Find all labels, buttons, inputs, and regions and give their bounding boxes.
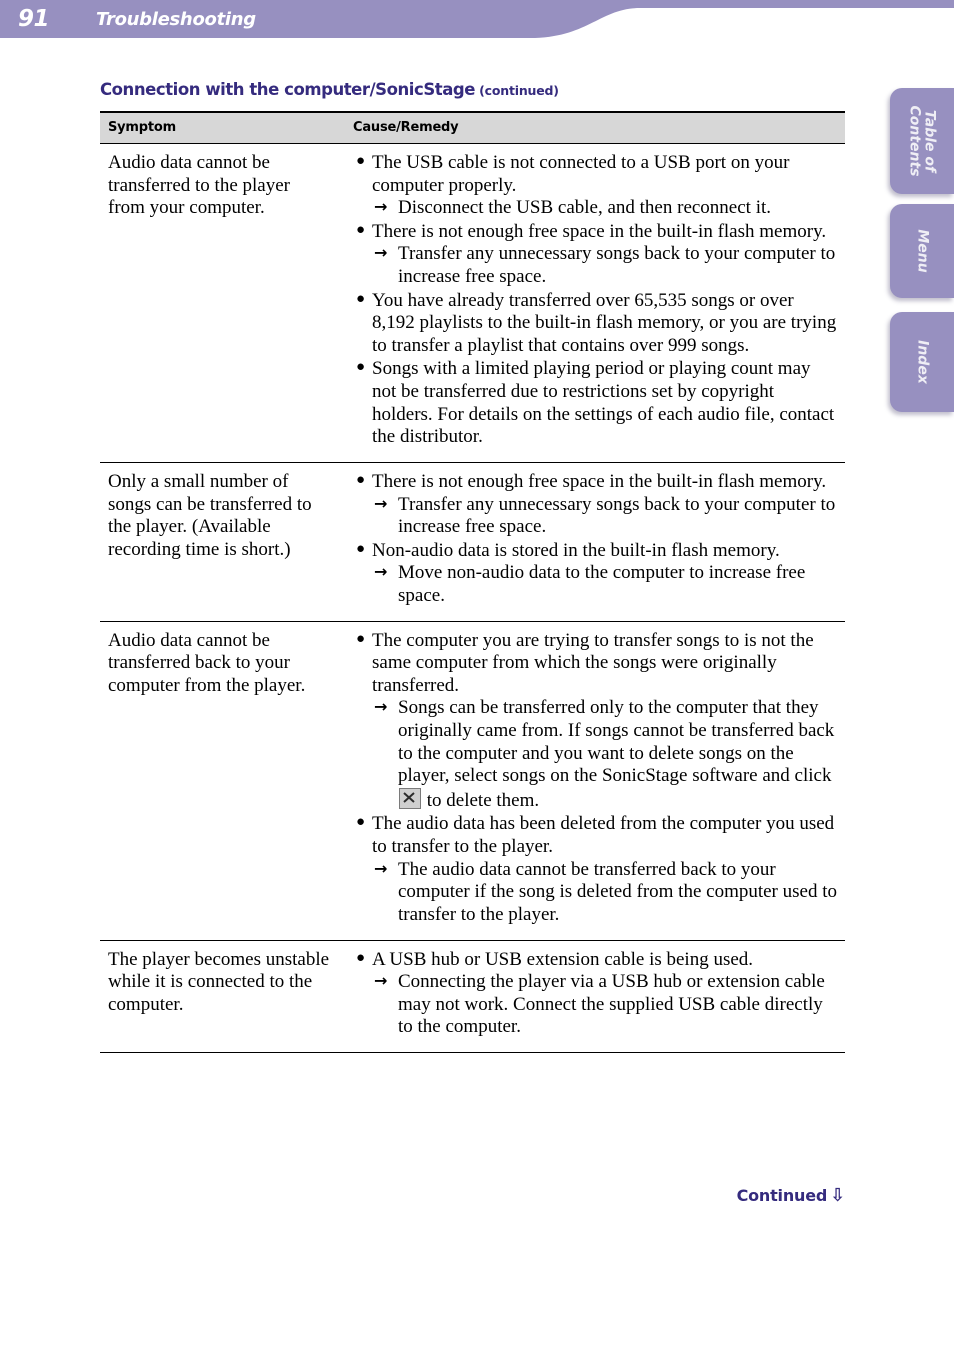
- bullet-icon: ●: [356, 540, 366, 557]
- symptom-cell: Audio data cannot be transferred to the …: [100, 143, 345, 463]
- table-row: Audio data cannot be transferred back to…: [100, 621, 845, 941]
- cause-text: There is not enough free space in the bu…: [372, 470, 827, 492]
- remedy-text: Transfer any unnecessary songs back to y…: [398, 493, 836, 538]
- symptom-cell: Only a small number of songs can be tran…: [100, 462, 345, 622]
- symptom-cell: Audio data cannot be transferred back to…: [100, 621, 345, 941]
- sidebar-label-line1: Index: [914, 340, 931, 384]
- cause-item: ● There is not enough free space in the …: [355, 221, 839, 289]
- cause-text: You have already transferred over 65,535…: [372, 289, 837, 356]
- arrow-right-icon: →: [374, 562, 388, 582]
- page-number: 91: [18, 6, 50, 32]
- remedy-text-part2: to delete them.: [426, 789, 540, 811]
- cause-item: ● Songs with a limited playing period or…: [355, 358, 839, 448]
- cause-text: There is not enough free space in the bu…: [372, 220, 827, 242]
- sidebar-item-table-of-contents[interactable]: Table of Contents: [890, 88, 954, 194]
- symptom-cell: The player becomes unstable while it is …: [100, 940, 345, 1053]
- remedy-text: Transfer any unnecessary songs back to y…: [398, 243, 836, 288]
- remedy-text-part1: Songs can be transferred only to the com…: [398, 697, 835, 787]
- bullet-icon: ●: [356, 153, 366, 169]
- remedy-item: → Transfer any unnecessary songs back to…: [372, 494, 839, 539]
- cause-remedy-cell: ● There is not enough free space in the …: [345, 462, 845, 622]
- continued-footer: Continued ⇩: [100, 1185, 846, 1206]
- remedy-item: → The audio data cannot be transferred b…: [372, 859, 839, 927]
- cause-list: ● There is not enough free space in the …: [355, 471, 839, 608]
- main-content: Connection with the computer/SonicStage …: [100, 80, 845, 1053]
- delete-x-icon[interactable]: [399, 787, 421, 809]
- cause-list: ● The USB cable is not connected to a US…: [355, 152, 839, 449]
- troubleshooting-table: Symptom Cause/Remedy Audio data cannot b…: [100, 111, 845, 1053]
- cause-remedy-cell: ● A USB hub or USB extension cable is be…: [345, 940, 845, 1053]
- cause-text: A USB hub or USB extension cable is bein…: [372, 948, 754, 970]
- arrow-right-icon: →: [374, 197, 388, 217]
- sidebar-label-line1: Table of: [921, 109, 938, 173]
- column-header-cause-remedy: Cause/Remedy: [345, 112, 845, 144]
- bullet-icon: ●: [356, 359, 366, 376]
- cause-item: ● There is not enough free space in the …: [355, 471, 839, 539]
- sidebar-label-line2: Contents: [907, 105, 923, 177]
- sidebar-item-label: Menu: [914, 229, 931, 273]
- section-heading-suffix: (continued): [479, 83, 559, 98]
- sidebar-item-label: Table of Contents: [907, 105, 938, 177]
- remedy-text: Disconnect the USB cable, and then recon…: [398, 197, 772, 219]
- bullet-icon: ●: [356, 814, 366, 831]
- section-heading-text: Connection with the computer/SonicStage: [100, 80, 475, 99]
- bullet-icon: ●: [356, 290, 366, 307]
- continued-label: Continued: [736, 1186, 828, 1205]
- cause-text: The computer you are trying to transfer …: [372, 629, 814, 696]
- sidebar-item-menu[interactable]: Menu: [890, 204, 954, 298]
- bullet-icon: ●: [356, 471, 366, 488]
- arrow-right-icon: →: [374, 697, 388, 717]
- sidebar-item-index[interactable]: Index: [890, 312, 954, 412]
- cause-item: ● The audio data has been deleted from t…: [355, 813, 839, 926]
- arrow-right-icon: →: [374, 493, 388, 513]
- remedy-text: Connecting the player via a USB hub or e…: [398, 971, 825, 1038]
- cause-remedy-cell: ● The USB cable is not connected to a US…: [345, 143, 845, 463]
- table-row: The player becomes unstable while it is …: [100, 940, 845, 1053]
- remedy-text: Move non-audio data to the computer to i…: [398, 562, 806, 606]
- table-header-row: Symptom Cause/Remedy: [100, 112, 845, 144]
- remedy-item: → Transfer any unnecessary songs back to…: [372, 243, 839, 288]
- arrow-right-icon: →: [374, 243, 388, 263]
- page-title: Troubleshooting: [96, 9, 256, 30]
- arrow-down-icon: ⇩: [830, 1185, 845, 1206]
- remedy-item: → Move non-audio data to the computer to…: [372, 562, 839, 607]
- section-heading: Connection with the computer/SonicStage …: [100, 80, 845, 99]
- cause-text: The USB cable is not connected to a USB …: [372, 152, 790, 196]
- arrow-right-icon: →: [374, 971, 388, 991]
- cause-item: ● Non-audio data is stored in the built-…: [355, 540, 839, 608]
- column-header-symptom: Symptom: [100, 112, 345, 144]
- cause-item: ● The computer you are trying to transfe…: [355, 630, 839, 813]
- cause-item: ● The USB cable is not connected to a US…: [355, 152, 839, 220]
- sidebar-label-line1: Menu: [914, 229, 931, 273]
- cause-text: The audio data has been deleted from the…: [372, 813, 835, 858]
- sidebar-item-label: Index: [914, 340, 931, 384]
- cause-text: Non-audio data is stored in the built-in…: [372, 539, 780, 561]
- table-row: Audio data cannot be transferred to the …: [100, 143, 845, 463]
- table-row: Only a small number of songs can be tran…: [100, 462, 845, 622]
- bullet-icon: ●: [356, 630, 366, 647]
- remedy-item: → Songs can be transferred only to the c…: [372, 697, 839, 812]
- cause-list: ● A USB hub or USB extension cable is be…: [355, 949, 839, 1039]
- bullet-icon: ●: [356, 949, 366, 966]
- cause-list: ● The computer you are trying to transfe…: [355, 630, 839, 927]
- cause-item: ● You have already transferred over 65,5…: [355, 290, 839, 358]
- remedy-item: → Connecting the player via a USB hub or…: [372, 971, 839, 1039]
- remedy-text: The audio data cannot be transferred bac…: [398, 858, 837, 925]
- cause-item: ● A USB hub or USB extension cable is be…: [355, 949, 839, 1039]
- remedy-item: → Disconnect the USB cable, and then rec…: [372, 197, 839, 220]
- arrow-right-icon: →: [374, 858, 388, 878]
- cause-remedy-cell: ● The computer you are trying to transfe…: [345, 621, 845, 941]
- bullet-icon: ●: [356, 221, 366, 238]
- cause-text: Songs with a limited playing period or p…: [372, 358, 835, 448]
